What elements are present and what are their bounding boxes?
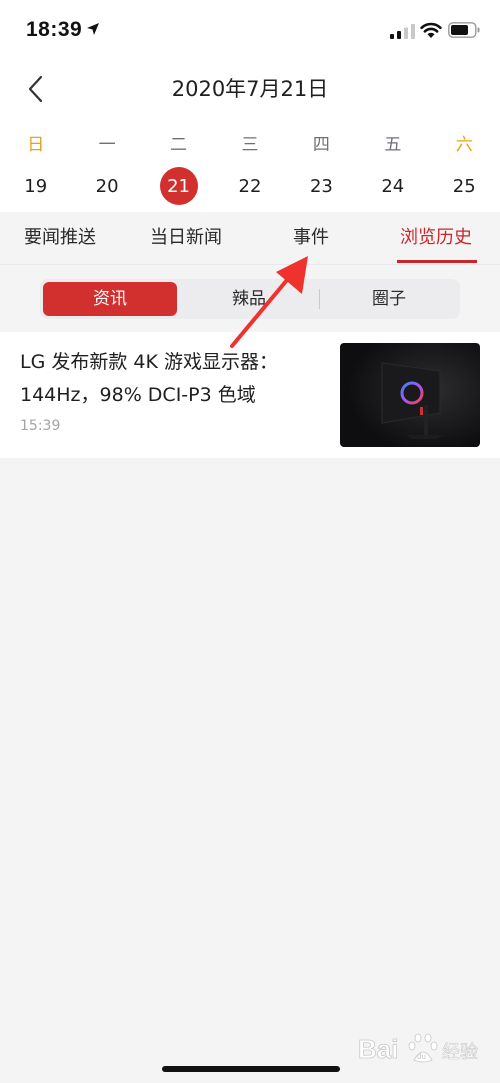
segment-circles[interactable]: 圈子 (321, 282, 457, 316)
day-23[interactable]: 23 (302, 167, 340, 205)
weekday-wed: 三 (241, 134, 259, 155)
news-time: 15:39 (20, 418, 61, 434)
annotation-arrow-icon (230, 256, 308, 348)
tab-headline-push[interactable]: 要闻推送 (24, 212, 96, 264)
weekday-mon: 一 (98, 134, 116, 155)
weekday-fri: 五 (384, 134, 402, 155)
active-tab-underline (397, 260, 477, 263)
svg-text:Bai: Bai (358, 1034, 398, 1064)
weekday-tue: 二 (170, 134, 188, 155)
wifi-icon (420, 22, 442, 38)
day-21-selected[interactable]: 21 (159, 167, 198, 205)
weekday-sat: 六 (455, 134, 473, 155)
svg-text:经验: 经验 (442, 1042, 478, 1063)
svg-text:du: du (417, 1052, 426, 1061)
status-time: 18:39 (26, 18, 83, 41)
day-row: 19 20 21 22 23 24 25 (0, 166, 500, 206)
weekday-sun: 日 (27, 134, 45, 155)
location-arrow-icon (87, 23, 99, 35)
home-indicator[interactable] (162, 1066, 340, 1072)
baidu-jingyan-watermark-logo: Bai du 经验 (358, 1033, 478, 1064)
weekday-row: 日 一 二 三 四 五 六 (0, 128, 500, 156)
day-19[interactable]: 19 (17, 167, 55, 205)
weekday-thu: 四 (312, 134, 330, 155)
day-24[interactable]: 24 (374, 167, 412, 205)
day-25[interactable]: 25 (445, 167, 483, 205)
news-thumbnail-image (340, 343, 480, 447)
day-22[interactable]: 22 (231, 167, 269, 205)
battery-icon (448, 22, 480, 38)
tab-browse-history[interactable]: 浏览历史 (400, 212, 472, 264)
day-20[interactable]: 20 (88, 167, 126, 205)
page-title: 2020年7月21日 (171, 77, 329, 101)
status-bar: 18:39 (0, 0, 500, 60)
cellular-signal-icon (390, 24, 415, 39)
tab-daily-news[interactable]: 当日新闻 (150, 212, 222, 264)
segment-news[interactable]: 资讯 (43, 282, 177, 316)
